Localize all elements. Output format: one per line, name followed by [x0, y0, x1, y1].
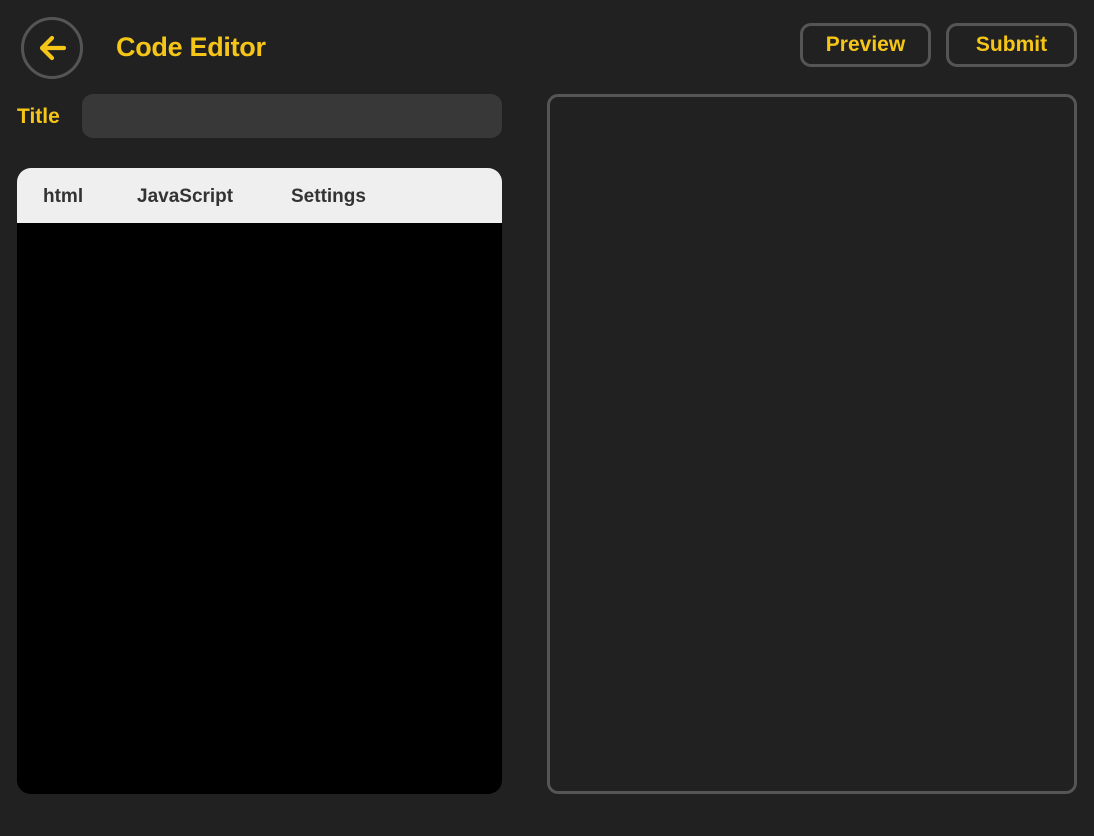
code-editor-app: Code Editor Preview Submit Title html Ja… — [0, 0, 1094, 836]
page-title: Code Editor — [116, 32, 266, 62]
editor-tab-bar: html JavaScript Settings — [17, 168, 502, 223]
code-editor-panel: html JavaScript Settings — [17, 168, 502, 794]
code-input-area[interactable] — [17, 223, 502, 794]
back-button[interactable] — [21, 17, 83, 79]
arrow-left-icon — [38, 35, 66, 61]
title-input[interactable] — [82, 94, 502, 138]
preview-button[interactable]: Preview — [800, 23, 931, 67]
submit-button[interactable]: Submit — [946, 23, 1077, 67]
tab-javascript[interactable]: JavaScript — [137, 168, 233, 223]
tab-html[interactable]: html — [43, 168, 83, 223]
title-label: Title — [17, 105, 60, 128]
preview-pane — [547, 94, 1077, 794]
tab-settings[interactable]: Settings — [291, 168, 366, 223]
